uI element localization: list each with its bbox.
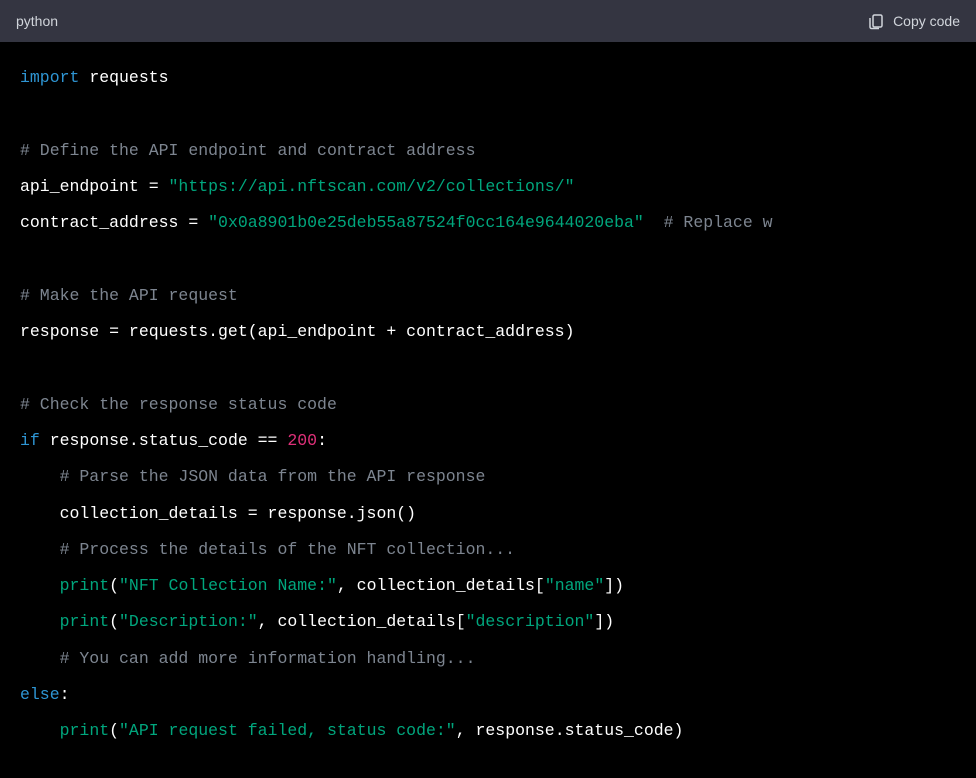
code-line: response = requests.get(api_endpoint + c…	[20, 322, 575, 341]
code-line: collection_details = response.json()	[20, 504, 416, 523]
clipboard-icon	[867, 12, 885, 30]
code-block: import requests # Define the API endpoin…	[0, 42, 976, 768]
code-line: # You can add more information handling.…	[20, 649, 475, 668]
code-line: contract_address = "0x0a8901b0e25deb55a8…	[20, 213, 773, 232]
code-line: print("NFT Collection Name:", collection…	[20, 576, 624, 595]
code-header: python Copy code	[0, 0, 976, 42]
code-line: # Define the API endpoint and contract a…	[20, 141, 475, 160]
code-line: print("Description:", collection_details…	[20, 612, 614, 631]
code-line: # Make the API request	[20, 286, 238, 305]
code-line: print("API request failed, status code:"…	[20, 721, 683, 740]
copy-code-button[interactable]: Copy code	[867, 12, 960, 30]
language-label: python	[16, 13, 58, 29]
code-line: api_endpoint = "https://api.nftscan.com/…	[20, 177, 575, 196]
code-line: import requests	[20, 68, 169, 87]
code-line: else:	[20, 685, 70, 704]
code-line: if response.status_code == 200:	[20, 431, 327, 450]
copy-code-label: Copy code	[893, 13, 960, 29]
code-line: # Check the response status code	[20, 395, 337, 414]
code-line: # Parse the JSON data from the API respo…	[20, 467, 485, 486]
code-line: # Process the details of the NFT collect…	[20, 540, 515, 559]
